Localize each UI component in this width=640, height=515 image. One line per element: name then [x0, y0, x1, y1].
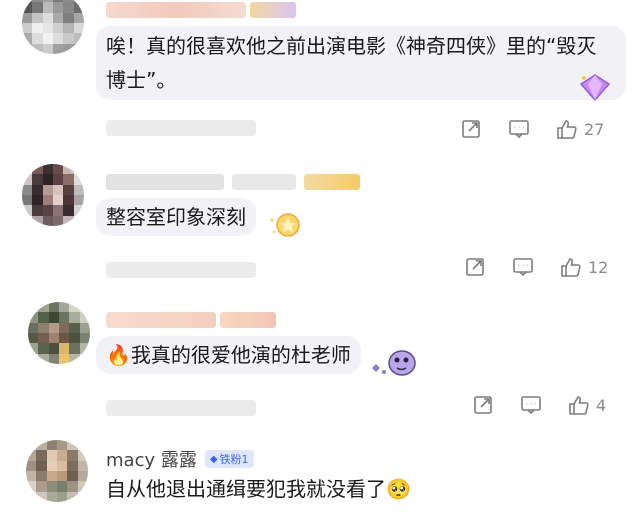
avatar[interactable]	[28, 302, 90, 364]
avatar[interactable]	[26, 440, 88, 502]
comment-text: 我真的很爱他演的杜老师	[130, 343, 351, 367]
like-count: 12	[588, 257, 609, 277]
comment-body: 自从他退出通缉要犯我就没看了🥺	[106, 474, 411, 504]
comment-actions: 27	[460, 118, 604, 140]
comment-actions: 12	[464, 256, 608, 278]
like-icon	[556, 118, 578, 140]
comment-icon[interactable]	[508, 118, 530, 140]
like-button[interactable]: 12	[560, 256, 608, 278]
share-icon[interactable]	[464, 256, 486, 278]
fan-badge-label: 铁粉1	[219, 453, 249, 466]
fan-badge: ◆ 铁粉1	[204, 450, 254, 468]
like-icon	[560, 256, 582, 278]
like-count: 4	[596, 395, 607, 415]
monster-sticker-icon	[364, 346, 420, 380]
avatar[interactable]	[22, 0, 84, 54]
like-icon	[568, 394, 590, 416]
share-icon[interactable]	[472, 394, 494, 416]
comment-bubble: 唉！真的很喜欢他之前出演电影《神奇四侠》里的“毁灭博士”。	[96, 26, 626, 100]
comment-actions: 4	[472, 394, 606, 416]
diamond-icon: ◆	[209, 453, 218, 465]
comment-header: macy 露露 ◆ 铁粉1	[106, 446, 254, 472]
username-blurred[interactable]	[106, 312, 276, 328]
share-icon[interactable]	[460, 118, 482, 140]
username-blurred[interactable]	[106, 2, 296, 18]
username[interactable]: macy 露露	[106, 446, 197, 472]
comment-emoji: 🔥	[106, 343, 131, 367]
like-count: 27	[584, 119, 605, 139]
comment-emoji: 🥺	[386, 477, 411, 501]
comment-icon[interactable]	[512, 256, 534, 278]
comment-bubble: 整容室印象深刻	[96, 198, 256, 236]
comment-bubble: 🔥我真的很爱他演的杜老师	[96, 336, 361, 374]
star-sticker-icon	[266, 210, 306, 240]
comment-text: 唉！真的很喜欢他之前出演电影《神奇四侠》里的“毁灭博士”。	[106, 34, 597, 92]
like-button[interactable]: 4	[568, 394, 606, 416]
comment-text: 自从他退出通缉要犯我就没看了	[106, 477, 386, 501]
timestamp-blurred	[106, 120, 256, 136]
comment-text: 整容室印象深刻	[106, 205, 246, 229]
timestamp-blurred	[106, 262, 256, 278]
username-blurred[interactable]	[106, 174, 360, 190]
gem-sticker-icon	[578, 72, 612, 102]
like-button[interactable]: 27	[556, 118, 604, 140]
comment-icon[interactable]	[520, 394, 542, 416]
timestamp-blurred	[106, 400, 256, 416]
avatar[interactable]	[22, 164, 84, 226]
